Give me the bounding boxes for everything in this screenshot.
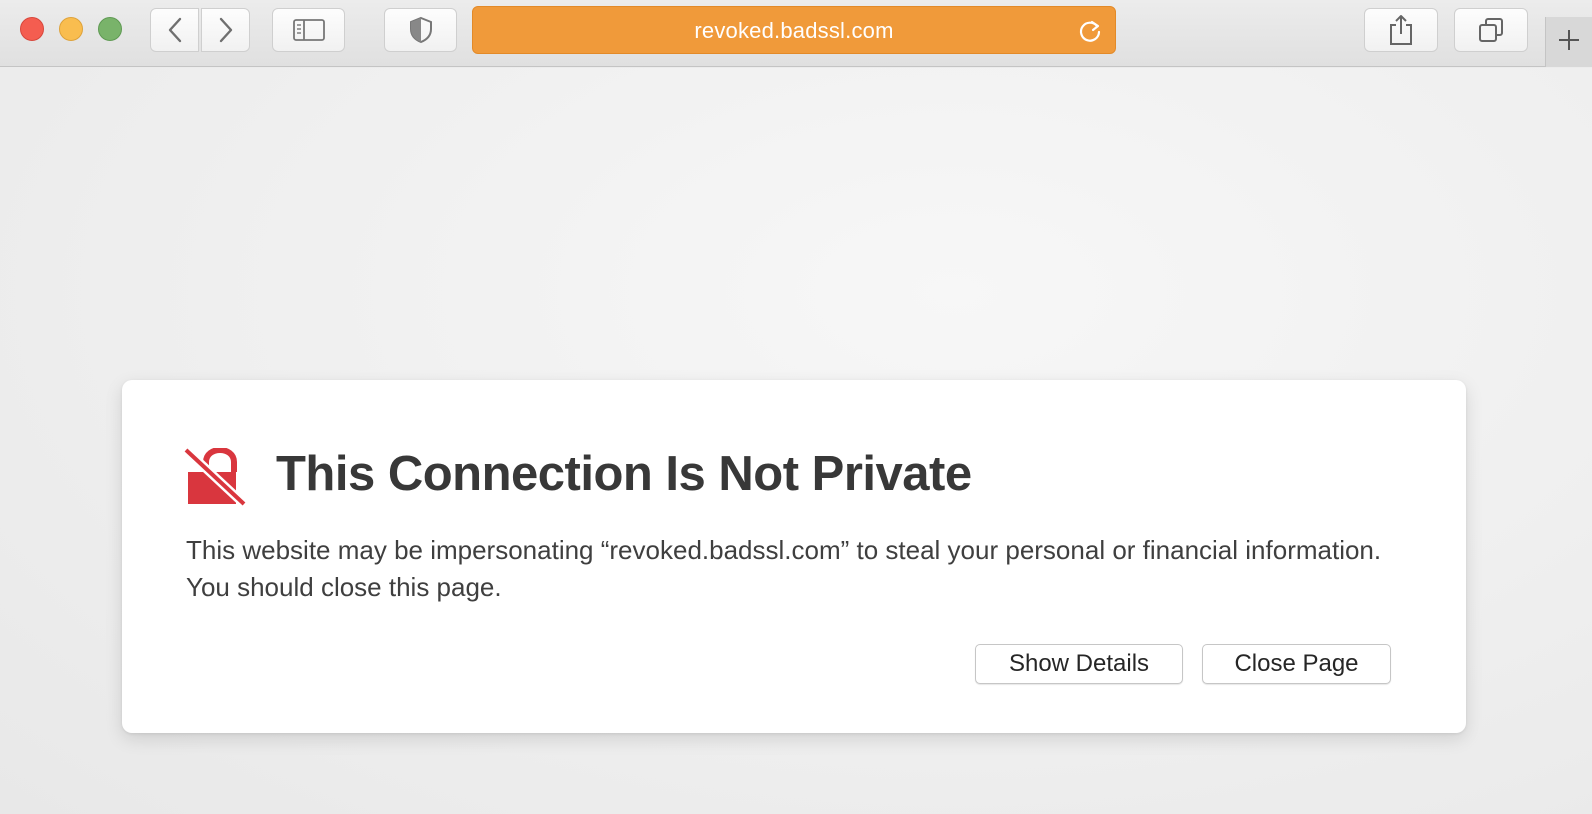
sidebar-icon <box>292 19 325 41</box>
window-zoom-button[interactable] <box>98 17 122 41</box>
new-tab-button[interactable] <box>1545 17 1592 67</box>
browser-window: revoked.badssl.com This Connection Is No… <box>0 0 1592 814</box>
address-bar[interactable]: revoked.badssl.com <box>472 6 1116 54</box>
tab-overview-button[interactable] <box>1454 8 1528 52</box>
plus-icon <box>1558 29 1580 56</box>
sidebar-toggle-button[interactable] <box>272 8 345 52</box>
chevron-right-icon <box>217 17 235 43</box>
browser-toolbar: revoked.badssl.com <box>0 0 1592 67</box>
tab-overview-icon <box>1478 17 1504 43</box>
share-icon <box>1388 14 1414 46</box>
page-content: This Connection Is Not Private This webs… <box>0 68 1592 814</box>
show-details-button[interactable]: Show Details <box>975 644 1183 684</box>
window-minimize-button[interactable] <box>59 17 83 41</box>
close-page-button[interactable]: Close Page <box>1202 644 1391 684</box>
warning-message: This website may be impersonating “revok… <box>186 535 1382 602</box>
chevron-left-icon <box>166 17 184 43</box>
shield-icon <box>409 16 433 44</box>
reload-icon[interactable] <box>1077 18 1103 49</box>
url-text[interactable]: revoked.badssl.com <box>473 18 1115 44</box>
warning-title: This Connection Is Not Private <box>276 447 972 501</box>
share-button[interactable] <box>1364 8 1438 52</box>
window-close-button[interactable] <box>20 17 44 41</box>
broken-lock-icon <box>182 446 248 511</box>
privacy-report-button[interactable] <box>384 8 457 52</box>
back-button[interactable] <box>150 8 199 52</box>
forward-button[interactable] <box>201 8 250 52</box>
warning-card: This Connection Is Not Private This webs… <box>122 380 1466 733</box>
